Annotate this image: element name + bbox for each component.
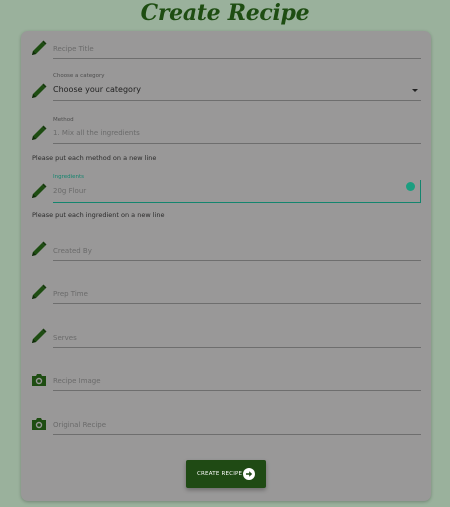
ingredients-focus-outline	[53, 180, 421, 203]
method-placeholder: 1. Mix all the ingredients	[53, 129, 140, 137]
create-recipe-button-label: CREATE RECIPE	[197, 471, 243, 477]
ingredients-helper-text: Please put each ingredient on a new line	[32, 211, 165, 219]
category-underline	[53, 100, 421, 101]
pencil-icon	[31, 83, 47, 99]
pencil-icon	[31, 183, 47, 199]
prep-time-placeholder: Prep Time	[53, 290, 88, 298]
original-recipe-underline	[53, 434, 421, 435]
created-by-field[interactable]: Created By	[53, 239, 421, 261]
category-select[interactable]: Choose a category Choose your category	[53, 73, 421, 103]
recipe-title-row: Recipe Title	[21, 39, 431, 61]
pencil-icon	[31, 328, 47, 344]
original-recipe-field[interactable]: Original Recipe	[53, 415, 421, 437]
recipe-image-field[interactable]: Recipe Image	[53, 371, 421, 393]
original-recipe-row: Original Recipe	[21, 415, 431, 437]
create-recipe-button[interactable]: CREATE RECIPE	[186, 460, 266, 488]
create-recipe-form: Recipe Title Choose a category Choose yo…	[21, 31, 431, 501]
category-label: Choose a category	[53, 73, 105, 79]
recipe-title-field[interactable]: Recipe Title	[53, 39, 421, 61]
created-by-row: Created By	[21, 239, 431, 261]
created-by-underline	[53, 260, 421, 261]
method-textarea[interactable]: Method 1. Mix all the ingredients	[53, 117, 421, 147]
method-helper-text: Please put each method on a new line	[32, 154, 157, 162]
pencil-icon	[31, 241, 47, 257]
method-underline	[53, 143, 421, 144]
camera-icon	[31, 372, 47, 388]
recipe-title-underline	[53, 58, 421, 59]
page-title: Create Recipe	[140, 0, 310, 26]
category-value: Choose your category	[53, 85, 141, 94]
prep-time-underline	[53, 303, 421, 304]
caret-down-icon[interactable]	[412, 89, 418, 92]
pencil-icon	[31, 284, 47, 300]
camera-icon	[31, 416, 47, 432]
pencil-icon	[31, 125, 47, 141]
recipe-image-placeholder: Recipe Image	[53, 377, 101, 385]
grammar-check-dot[interactable]	[406, 182, 415, 191]
recipe-image-row: Recipe Image	[21, 371, 431, 393]
serves-underline	[53, 347, 421, 348]
method-row: Method 1. Mix all the ingredients	[21, 117, 431, 147]
serves-row: Serves	[21, 327, 431, 349]
serves-field[interactable]: Serves	[53, 327, 421, 349]
ingredients-row: Ingredients 20g Flour	[21, 174, 431, 204]
recipe-title-placeholder: Recipe Title	[53, 45, 94, 53]
prep-time-field[interactable]: Prep Time	[53, 283, 421, 305]
arrow-circle-right-icon	[243, 468, 255, 480]
recipe-image-underline	[53, 390, 421, 391]
serves-placeholder: Serves	[53, 334, 77, 342]
created-by-placeholder: Created By	[53, 247, 92, 255]
method-label: Method	[53, 117, 74, 123]
original-recipe-placeholder: Original Recipe	[53, 421, 107, 429]
prep-time-row: Prep Time	[21, 283, 431, 305]
category-row: Choose a category Choose your category	[21, 73, 431, 103]
pencil-icon	[31, 40, 47, 56]
